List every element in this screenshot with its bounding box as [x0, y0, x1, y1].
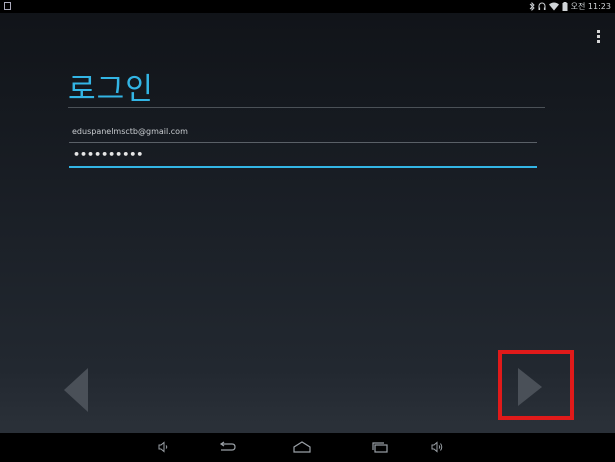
home-button[interactable] — [291, 439, 313, 455]
overflow-menu-icon[interactable] — [593, 30, 603, 44]
password-underline — [69, 166, 537, 168]
volume-down-button[interactable] — [155, 439, 171, 455]
volume-down-icon — [158, 441, 168, 453]
battery-icon — [562, 2, 568, 11]
headphones-icon — [538, 2, 546, 11]
email-underline — [69, 142, 537, 143]
email-field[interactable]: eduspanelmsctb@gmail.com — [69, 124, 537, 142]
previous-button[interactable] — [62, 368, 94, 412]
highlight-box — [498, 350, 574, 420]
recent-apps-icon — [372, 442, 388, 453]
volume-up-button[interactable] — [428, 439, 444, 455]
bluetooth-icon — [529, 2, 535, 11]
back-icon — [219, 441, 236, 451]
status-time: 오전 11:23 — [570, 2, 611, 11]
previous-arrow-icon — [64, 368, 88, 412]
page-title: 로그인 — [68, 72, 154, 107]
volume-up-icon — [431, 441, 442, 453]
home-icon — [293, 441, 311, 453]
notification-icon — [4, 2, 11, 10]
wifi-icon — [548, 2, 559, 11]
back-button[interactable] — [217, 439, 237, 455]
status-icons: 오전 11:23 — [529, 0, 611, 13]
login-screen: 오전 11:23 로그인 eduspanelmsctb@gmail.com ••… — [0, 0, 615, 462]
recent-apps-button[interactable] — [370, 439, 390, 455]
status-bar: 오전 11:23 — [0, 0, 615, 13]
password-field[interactable]: •••••••••• — [69, 147, 537, 165]
system-nav-bar — [0, 433, 615, 462]
title-divider — [68, 107, 545, 108]
